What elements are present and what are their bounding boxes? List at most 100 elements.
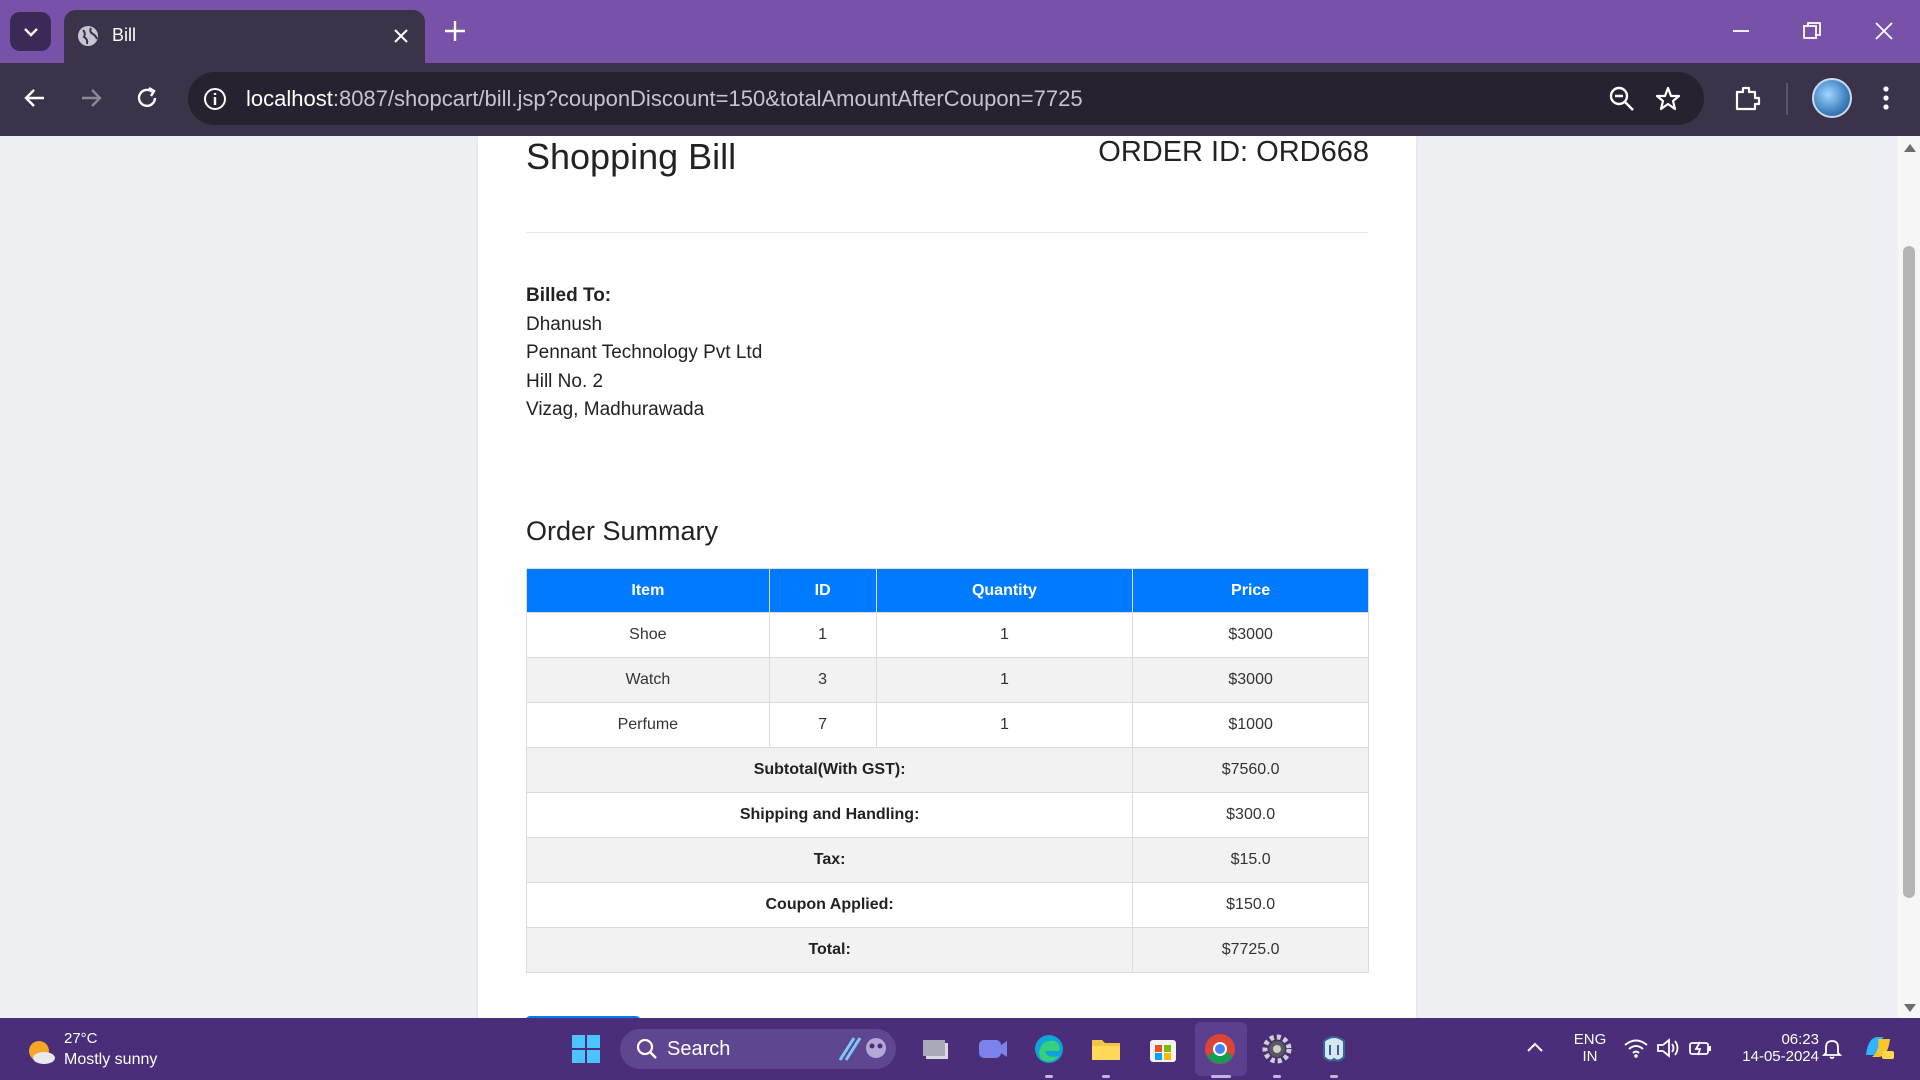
window-close-icon[interactable]	[1871, 18, 1897, 44]
table-header-row: Item ID Quantity Price	[526, 568, 1369, 613]
toolbar-divider	[1786, 83, 1788, 115]
profile-avatar[interactable]	[1812, 78, 1852, 118]
coupon-row: Coupon Applied: $150.0	[525, 882, 1369, 928]
table-row: Perfume 7 1 $1000	[526, 702, 1369, 748]
page-viewport: Shopping Bill ORDER ID: ORD668 Billed To…	[0, 136, 1898, 1018]
item-cell: Shoe	[526, 612, 770, 658]
copilot-icon[interactable]	[1860, 1029, 1896, 1065]
quantity-cell: 1	[875, 612, 1134, 658]
column-header-price: Price	[1132, 568, 1369, 613]
tax-label: Tax:	[525, 837, 1134, 883]
tab-search-button[interactable]	[10, 12, 51, 51]
language-code: ENG	[1573, 1031, 1607, 1048]
order-summary-table: Item ID Quantity Price Shoe 1 1 $3000 Wa…	[525, 568, 1369, 973]
search-label: Search	[667, 1038, 731, 1060]
subtotal-row: Subtotal(With GST): $7560.0	[525, 747, 1369, 793]
pgadmin-running-indicator	[1330, 1075, 1338, 1078]
quantity-cell: 1	[875, 702, 1134, 748]
clock[interactable]: 06:23 14-05-2024	[1727, 1031, 1819, 1065]
item-cell: Perfume	[526, 702, 770, 748]
shipping-row: Shipping and Handling: $300.0	[525, 792, 1369, 838]
region-code: IN	[1582, 1048, 1598, 1065]
chevron-down-icon	[23, 27, 38, 37]
browser-tab[interactable]: Bill	[64, 10, 425, 63]
column-header-item: Item	[526, 568, 770, 613]
table-row: Watch 3 1 $3000	[526, 657, 1369, 703]
address-line-2: Vizag, Madhurawada	[526, 399, 705, 420]
price-cell: $1000	[1132, 702, 1369, 748]
address-bar[interactable]: localhost:8087/shopcart/bill.jsp?couponD…	[188, 72, 1704, 125]
bookmark-star-icon[interactable]	[1654, 85, 1682, 113]
restore-icon[interactable]	[1799, 18, 1825, 44]
chrome-active-indicator	[1211, 1075, 1231, 1078]
clock-time: 06:23	[1781, 1031, 1819, 1048]
shipping-label: Shipping and Handling:	[525, 792, 1134, 838]
file-explorer-icon[interactable]	[1088, 1031, 1124, 1067]
edge-running-indicator	[1045, 1075, 1053, 1078]
battery-charging-icon[interactable]	[1686, 1034, 1714, 1062]
more-menu-icon[interactable]	[1870, 82, 1902, 114]
extensions-icon[interactable]	[1731, 82, 1763, 114]
scroll-up-arrow[interactable]	[1904, 144, 1916, 152]
volume-icon[interactable]	[1654, 1034, 1682, 1062]
windows-start-icon[interactable]	[568, 1031, 604, 1067]
order-id: ORDER ID: ORD668	[1098, 136, 1369, 168]
teams-icon[interactable]	[974, 1031, 1010, 1067]
tax-value: $15.0	[1132, 837, 1369, 883]
id-cell: 3	[768, 657, 877, 703]
chevron-up-icon[interactable]	[1521, 1034, 1549, 1062]
back-icon[interactable]	[20, 83, 50, 113]
chrome-icon[interactable]	[1202, 1031, 1238, 1067]
notification-bell-icon[interactable]	[1818, 1034, 1846, 1062]
page-scrollbar[interactable]	[1898, 136, 1920, 1018]
task-view-icon[interactable]	[918, 1031, 954, 1067]
edge-icon[interactable]	[1031, 1031, 1067, 1067]
divider	[526, 232, 1368, 233]
id-cell: 1	[768, 612, 877, 658]
microsoft-store-icon[interactable]	[1145, 1031, 1181, 1067]
scroll-thumb[interactable]	[1903, 246, 1915, 898]
search-highlight-icon	[838, 1037, 886, 1061]
quantity-cell: 1	[875, 657, 1134, 703]
clock-date: 14-05-2024	[1742, 1048, 1819, 1065]
close-icon[interactable]	[389, 24, 413, 48]
customer-name: Dhanush	[526, 313, 603, 335]
search-icon	[636, 1038, 657, 1059]
scroll-down-arrow[interactable]	[1904, 1004, 1916, 1012]
column-header-quantity: Quantity	[875, 568, 1134, 613]
minimize-icon[interactable]	[1728, 18, 1754, 44]
coupon-label: Coupon Applied:	[525, 882, 1134, 928]
price-cell: $3000	[1132, 657, 1369, 703]
item-cell: Watch	[526, 657, 770, 703]
taskbar-search[interactable]: Search	[620, 1029, 896, 1069]
subtotal-label: Subtotal(With GST):	[525, 747, 1134, 793]
column-header-id: ID	[768, 568, 877, 613]
forward-icon[interactable]	[76, 83, 106, 113]
price-cell: $3000	[1132, 612, 1369, 658]
billed-to-label: Billed To:	[526, 285, 612, 306]
settings-running-indicator	[1273, 1075, 1281, 1078]
site-info-icon[interactable]	[202, 86, 228, 112]
zoom-icon[interactable]	[1608, 85, 1636, 113]
bill-card: Shopping Bill ORDER ID: ORD668 Billed To…	[478, 136, 1416, 1018]
tab-strip: Bill	[0, 0, 1920, 63]
table-row: Shoe 1 1 $3000	[526, 612, 1369, 658]
customer-company: Pennant Technology Pvt Ltd	[526, 342, 763, 363]
reload-icon[interactable]	[132, 83, 162, 113]
language-indicator[interactable]: ENG IN	[1570, 1031, 1610, 1065]
url-text: localhost:8087/shopcart/bill.jsp?couponD…	[246, 86, 1083, 111]
globe-icon	[78, 26, 98, 46]
new-tab-icon[interactable]	[442, 18, 468, 44]
weather-sun-icon	[29, 1041, 55, 1064]
settings-gear-icon[interactable]	[1259, 1031, 1295, 1067]
address-line-1: Hill No. 2	[526, 370, 604, 392]
explorer-running-indicator	[1102, 1075, 1110, 1078]
total-row: Total: $7725.0	[525, 927, 1369, 973]
wifi-icon[interactable]	[1622, 1034, 1650, 1062]
total-value: $7725.0	[1132, 927, 1369, 973]
page-title: Shopping Bill	[526, 136, 737, 177]
id-cell: 7	[768, 702, 877, 748]
pgadmin-icon[interactable]	[1316, 1031, 1352, 1067]
subtotal-value: $7560.0	[1132, 747, 1369, 793]
billed-to-block: Billed To: Dhanush Pennant Technology Pv…	[526, 282, 762, 425]
